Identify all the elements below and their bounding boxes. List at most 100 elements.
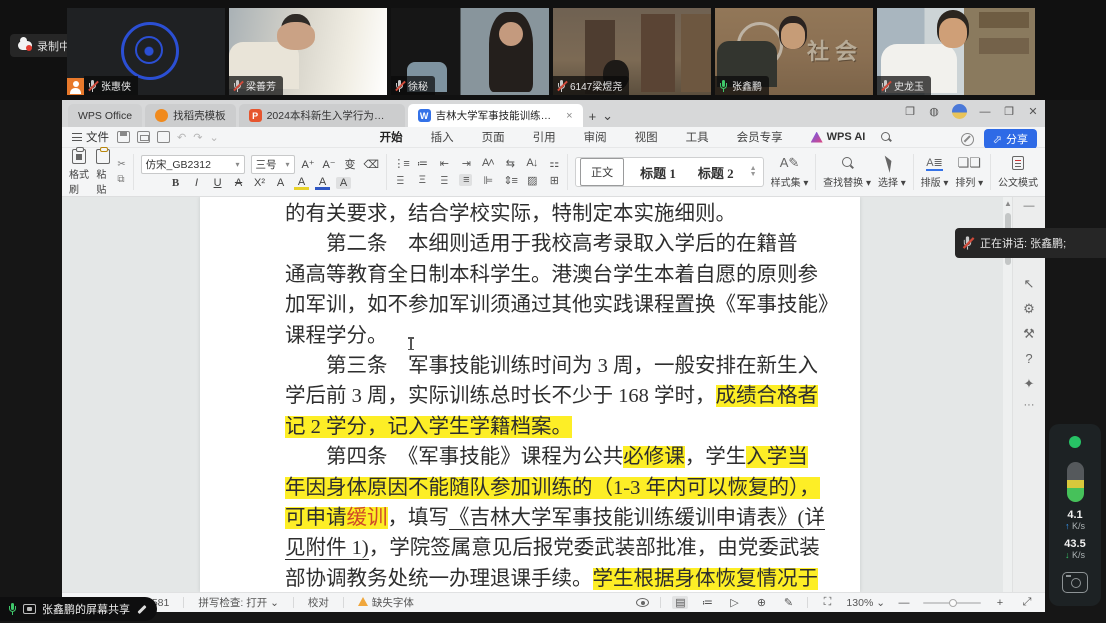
- italic-button[interactable]: I: [189, 177, 204, 189]
- text-direction-icon[interactable]: ⇆: [503, 157, 516, 170]
- participant-tile[interactable]: 史龙玉: [877, 8, 1035, 95]
- file-menu[interactable]: 文件: [62, 129, 117, 145]
- cut-icon[interactable]: ✂: [117, 159, 125, 170]
- menu-home[interactable]: 开始: [378, 127, 405, 147]
- typeset-button[interactable]: A≣ 排版 ▾: [921, 155, 949, 189]
- tab-list-dropdown-icon[interactable]: ⌄: [602, 108, 613, 124]
- menu-tools[interactable]: 工具: [684, 127, 711, 147]
- shrink-font-icon[interactable]: A⁻: [322, 158, 337, 171]
- show-marks-icon[interactable]: ⚏: [547, 157, 560, 170]
- superscript-button[interactable]: X²: [252, 177, 267, 189]
- new-tab-button[interactable]: +: [589, 109, 597, 124]
- sort-icon[interactable]: A↓: [525, 157, 538, 169]
- numbered-list-icon[interactable]: ≔: [415, 157, 428, 170]
- strikethrough-button[interactable]: A: [231, 177, 246, 189]
- format-painter-button[interactable]: 格式刷: [69, 149, 89, 196]
- menu-review[interactable]: 审阅: [582, 127, 609, 147]
- undo-icon[interactable]: ↶: [177, 131, 186, 144]
- missing-font-warning[interactable]: 缺失字体: [358, 595, 414, 610]
- bold-button[interactable]: B: [168, 177, 183, 189]
- proofread-button[interactable]: 校对: [308, 595, 329, 610]
- print-icon[interactable]: [137, 131, 150, 143]
- arrange-button[interactable]: ❏❏ 排列 ▾: [955, 155, 983, 189]
- cloud-sync-icon[interactable]: [961, 133, 974, 146]
- border-icon[interactable]: ⊞: [547, 174, 560, 187]
- help-icon[interactable]: ?: [1013, 346, 1045, 371]
- underline-button[interactable]: U: [210, 177, 225, 189]
- zoom-in-icon[interactable]: +: [992, 597, 1008, 609]
- edit-mode-icon[interactable]: ✎: [780, 596, 796, 609]
- pointer-tool-icon[interactable]: ↖: [1013, 271, 1045, 296]
- web-view-icon[interactable]: ⊕: [753, 596, 769, 609]
- align-left-icon[interactable]: Ⲷ: [393, 173, 406, 188]
- align-center-icon[interactable]: Ξ: [415, 174, 428, 186]
- highlight-color-button[interactable]: A: [294, 177, 309, 190]
- style-gallery-scroll[interactable]: ▲▼: [750, 166, 759, 178]
- increase-indent-icon[interactable]: ⇥: [459, 157, 472, 170]
- menu-member[interactable]: 会员专享: [735, 127, 785, 147]
- phonetic-guide-icon[interactable]: 变: [343, 156, 358, 172]
- zoom-level[interactable]: 130% ⌄: [846, 597, 885, 609]
- zoom-out-icon[interactable]: —: [896, 597, 912, 609]
- export-icon[interactable]: [157, 131, 170, 143]
- align-right-icon[interactable]: Ⲷ: [437, 173, 450, 188]
- style-heading2[interactable]: 标题 2: [692, 161, 740, 184]
- restore-button[interactable]: ❐: [1003, 105, 1015, 118]
- outline-view-icon[interactable]: ≔: [699, 596, 715, 609]
- style-set-button[interactable]: A✎ 样式集 ▾: [771, 155, 809, 189]
- decrease-indent-icon[interactable]: ⇤: [437, 157, 450, 170]
- tab-wps-home[interactable]: W WPS Office: [68, 104, 142, 127]
- workspace-icon[interactable]: ❐: [904, 105, 916, 118]
- font-color-button[interactable]: A: [315, 177, 330, 190]
- camera-button[interactable]: [1062, 572, 1088, 593]
- menu-insert[interactable]: 插入: [429, 127, 456, 147]
- participant-tile[interactable]: 6147梁煜尧: [553, 8, 711, 95]
- adjust-tool-icon[interactable]: ⚙: [1013, 296, 1045, 321]
- line-spacing-icon[interactable]: ⇕≡: [503, 174, 516, 187]
- participant-tile[interactable]: 梁善芳: [229, 8, 387, 95]
- char-scale-icon[interactable]: A˄: [481, 157, 494, 169]
- share-button[interactable]: ⬀ 分享: [984, 129, 1037, 149]
- fit-page-icon[interactable]: ⛶: [819, 596, 835, 609]
- font-name-select[interactable]: 仿宋_GB2312▾: [141, 155, 245, 174]
- fullscreen-icon[interactable]: ⤢: [1019, 596, 1035, 609]
- character-shading-button[interactable]: A: [336, 177, 351, 189]
- find-replace-button[interactable]: 查找替换 ▾: [823, 155, 871, 189]
- text-effects-icon[interactable]: A: [273, 177, 288, 189]
- font-size-select[interactable]: 三号▾: [251, 155, 295, 174]
- tab-presentation-doc[interactable]: P 2024本科新生入学行为规范及教务相: [239, 104, 405, 127]
- menu-page[interactable]: 页面: [480, 127, 507, 147]
- menu-view[interactable]: 视图: [633, 127, 660, 147]
- page-view-icon[interactable]: ▤: [672, 596, 688, 609]
- zoom-slider-knob[interactable]: [949, 599, 957, 607]
- participant-tile[interactable]: 徐秘: [391, 8, 549, 95]
- grow-font-icon[interactable]: A⁺: [301, 158, 316, 171]
- spell-check-toggle[interactable]: 拼写检查: 打开 ⌄: [198, 595, 279, 610]
- document-page[interactable]: 的有关要求，结合学校实际，特制定本实施细则。 第二条 本细则适用于我校高考录取入…: [200, 197, 860, 592]
- skin-icon[interactable]: ✦: [1013, 371, 1045, 396]
- justify-icon[interactable]: ≡: [459, 174, 472, 186]
- annotate-icon[interactable]: [136, 604, 147, 615]
- more-caret-icon[interactable]: ⌄: [209, 131, 218, 144]
- menu-reference[interactable]: 引用: [531, 127, 558, 147]
- more-icon[interactable]: ···: [1013, 396, 1045, 414]
- select-button[interactable]: 选择 ▾: [878, 155, 906, 189]
- close-tab-icon[interactable]: ×: [566, 110, 572, 122]
- style-body[interactable]: 正文: [580, 158, 624, 186]
- scroll-up-icon[interactable]: ▲: [1004, 199, 1012, 208]
- redo-icon[interactable]: ↷: [193, 131, 202, 144]
- clear-format-icon[interactable]: ⌫: [364, 158, 379, 171]
- tools-icon[interactable]: ⚒: [1013, 321, 1045, 346]
- avatar[interactable]: [952, 104, 967, 119]
- bullet-list-icon[interactable]: ⋮≡: [393, 157, 406, 170]
- eye-protect-icon[interactable]: [636, 598, 649, 607]
- style-heading1[interactable]: 标题 1: [634, 161, 682, 184]
- minimize-button[interactable]: —: [979, 106, 991, 118]
- search-icon[interactable]: [881, 132, 892, 143]
- shading-icon[interactable]: ▨: [525, 174, 538, 187]
- participant-tile[interactable]: 张惠侠: [67, 8, 225, 95]
- collapse-sidebar-icon[interactable]: —: [1013, 197, 1045, 215]
- save-icon[interactable]: [117, 131, 130, 143]
- distribute-icon[interactable]: ⊫: [481, 174, 494, 187]
- tab-docer-templates[interactable]: 找稻壳模板: [145, 104, 236, 127]
